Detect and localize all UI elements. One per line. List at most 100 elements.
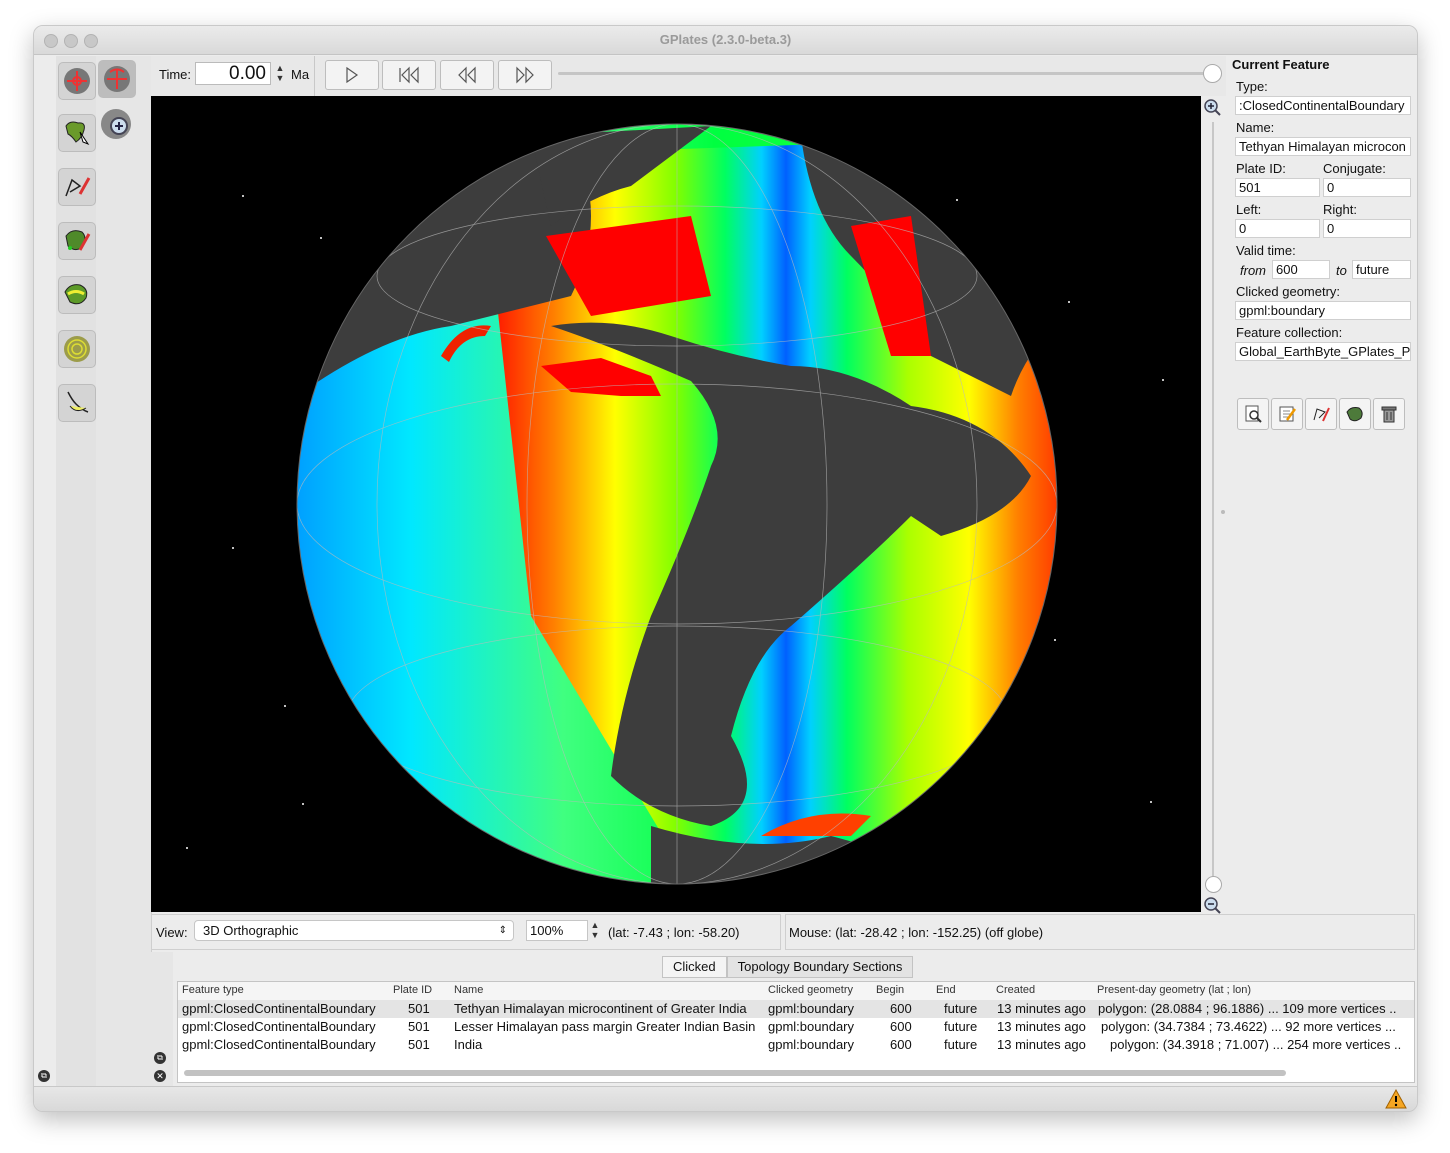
conjugate-label: Conjugate: [1323, 161, 1386, 176]
cell-clicked-geometry: gpml:boundary [768, 1019, 854, 1034]
feature-collection-field[interactable]: Global_EarthByte_GPlates_P [1235, 342, 1411, 361]
zoom-out-icon[interactable] [1203, 896, 1223, 916]
warning-icon[interactable] [1385, 1089, 1407, 1109]
float-toolbox-icon[interactable]: ⧉ [38, 1070, 50, 1082]
zoom-globe-tool[interactable] [98, 106, 134, 142]
cell-created: 13 minutes ago [997, 1037, 1086, 1052]
column-header[interactable]: Created [996, 984, 1035, 996]
edit-topology-tool[interactable] [58, 222, 96, 260]
step-back-icon [458, 66, 476, 84]
cell-end: future [944, 1019, 978, 1034]
projection-select[interactable]: 3D Orthographic ⇕ [194, 920, 514, 941]
cell-name: India [454, 1037, 483, 1052]
float-pane-icon[interactable]: ⧉ [154, 1052, 166, 1064]
time-input[interactable]: 0.00 [195, 62, 271, 85]
zoom-stepper[interactable]: ▲ ▼ [590, 920, 600, 942]
time-slider-track[interactable] [558, 72, 1213, 75]
build-topology-icon [64, 284, 88, 305]
query-feature-button[interactable] [1237, 398, 1269, 430]
window-title: GPlates (2.3.0-beta.3) [659, 32, 792, 47]
step-forward-icon [516, 66, 534, 84]
time-slider-thumb[interactable] [1203, 64, 1222, 83]
drag-globe-tool[interactable] [58, 62, 96, 100]
rotate-globe-tool[interactable] [98, 60, 136, 98]
conjugate-field[interactable]: 0 [1323, 178, 1411, 197]
valid-to-field[interactable]: future [1352, 260, 1411, 279]
zoom-track[interactable] [1212, 122, 1214, 882]
zoom-percent-field[interactable]: 100% [526, 920, 588, 941]
table-row[interactable]: gpml:ClosedContinentalBoundary 501 India… [178, 1036, 1414, 1054]
zoom-globe-icon [101, 109, 131, 139]
cell-feature-type: gpml:ClosedContinentalBoundary [182, 1019, 376, 1034]
globe-viewport[interactable] [151, 96, 1201, 912]
cell-clicked-geometry: gpml:boundary [768, 1001, 854, 1016]
column-header[interactable]: Feature type [182, 984, 244, 996]
gplates-window: GPlates (2.3.0-beta.3) Time: 0.00 ▲ ▼ Ma… [33, 25, 1418, 1112]
results-tabs: Clicked Topology Boundary Sections [662, 956, 914, 978]
globe-canvas[interactable] [151, 96, 1201, 912]
vertex-edit-button[interactable] [1305, 398, 1337, 430]
step-back-button[interactable] [440, 60, 494, 90]
plate-icon [1346, 407, 1363, 422]
right-plate-field[interactable]: 0 [1323, 219, 1411, 238]
choose-feature-tool[interactable] [58, 114, 96, 152]
cell-feature-type: gpml:ClosedContinentalBoundary [182, 1001, 376, 1016]
edit-feature-button[interactable] [1271, 398, 1303, 430]
column-header[interactable]: Name [454, 984, 483, 996]
title-bar: GPlates (2.3.0-beta.3) [34, 26, 1417, 55]
globe [297, 124, 1057, 884]
column-header[interactable]: Clicked geometry [768, 984, 853, 996]
close-pane-icon[interactable]: ✕ [154, 1070, 166, 1082]
tab-clicked[interactable]: Clicked [662, 956, 727, 978]
build-topology-tool[interactable] [58, 276, 96, 314]
dock-controls: ⧉ ✕ [151, 952, 173, 1086]
zoom-thumb[interactable] [1205, 876, 1222, 893]
plate-button[interactable] [1339, 398, 1371, 430]
mouse-coordinates-text: Mouse: (lat: -28.42 ; lon: -152.25) (off… [789, 925, 1044, 940]
delete-feature-button[interactable] [1373, 398, 1405, 430]
pole-manipulation-tool[interactable] [58, 384, 96, 422]
table-row[interactable]: gpml:ClosedContinentalBoundary 501 Tethy… [178, 1000, 1414, 1018]
clicked-geometry-field[interactable]: gpml:boundary [1235, 301, 1411, 320]
type-field[interactable]: :ClosedContinentalBoundary [1235, 96, 1411, 115]
plate-id-field[interactable]: 501 [1235, 178, 1320, 197]
time-unit: Ma [291, 67, 310, 82]
view-label: View: [156, 925, 188, 940]
edit-topology-icon [65, 230, 91, 251]
left-plate-field[interactable]: 0 [1235, 219, 1320, 238]
step-forward-button[interactable] [498, 60, 552, 90]
projection-value: 3D Orthographic [203, 923, 299, 938]
table-row[interactable]: gpml:ClosedContinentalBoundary 501 Lesse… [178, 1018, 1414, 1036]
rotate-globe-icon [104, 66, 130, 92]
tab-topology-boundary-sections[interactable]: Topology Boundary Sections [726, 956, 914, 978]
cell-geometry: polygon: (28.0884 ; 96.1886) ... 109 mor… [1098, 1001, 1397, 1016]
rewind-to-start-button[interactable] [382, 60, 436, 90]
column-header[interactable]: End [936, 984, 956, 996]
cell-plate-id: 501 [408, 1037, 430, 1052]
column-header[interactable]: Plate ID [393, 984, 432, 996]
cell-plate-id: 501 [408, 1001, 430, 1016]
choose-feature-icon [65, 121, 90, 146]
column-header[interactable]: Begin [876, 984, 904, 996]
play-button[interactable] [325, 60, 379, 90]
camera-center-text: (lat: -7.43 ; lon: -58.20) [608, 925, 740, 940]
time-stepper[interactable]: ▲ ▼ [275, 63, 285, 85]
column-header[interactable]: Present-day geometry (lat ; lon) [1097, 984, 1251, 996]
cell-begin: 600 [890, 1019, 912, 1034]
cell-created: 13 minutes ago [997, 1019, 1086, 1034]
valid-from-field[interactable]: 600 [1272, 260, 1330, 279]
name-field[interactable]: Tethyan Himalayan microcon [1235, 137, 1411, 156]
measure-distance-tool[interactable] [58, 330, 96, 368]
clicked-features-table: Feature type Plate ID Name Clicked geome… [177, 981, 1415, 1083]
zoom-in-icon[interactable] [1203, 98, 1223, 118]
digitise-geometry-tool[interactable] [58, 168, 96, 206]
cell-clicked-geometry: gpml:boundary [768, 1037, 854, 1052]
horizontal-scrollbar[interactable] [184, 1070, 1286, 1076]
zoom-slider[interactable] [1201, 96, 1226, 916]
drag-globe-icon [64, 68, 90, 94]
panel-header: Current Feature [1232, 57, 1330, 72]
current-feature-panel: Current Feature Type: :ClosedContinental… [1221, 56, 1417, 914]
status-bar [34, 1086, 1417, 1111]
splitter-handle[interactable] [1221, 510, 1225, 514]
cell-end: future [944, 1037, 978, 1052]
